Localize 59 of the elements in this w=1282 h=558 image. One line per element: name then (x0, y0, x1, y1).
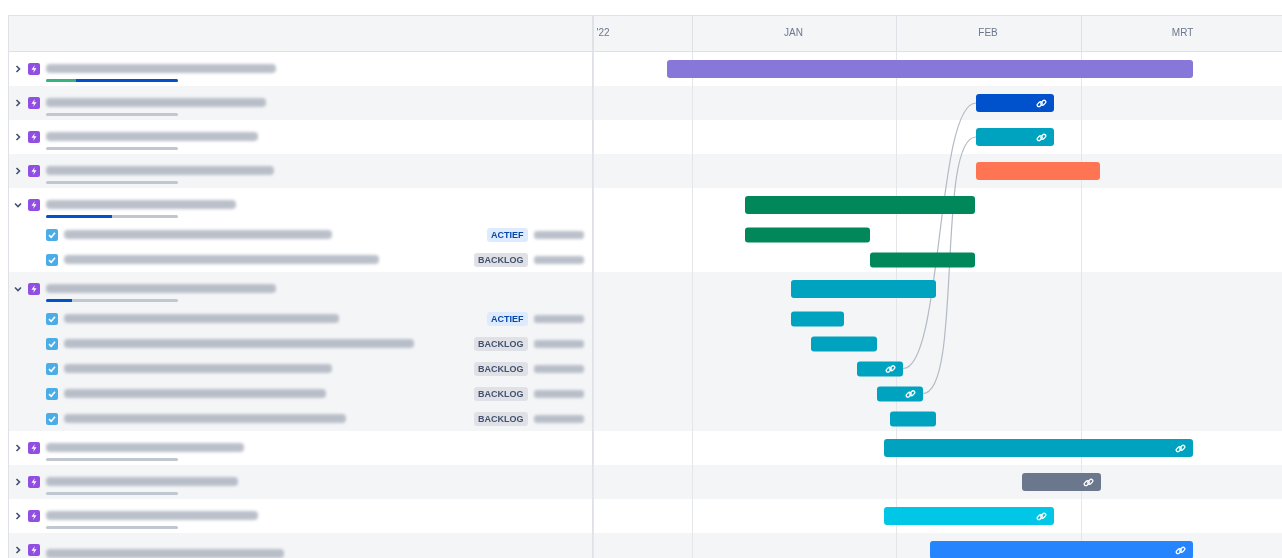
month-label: MRT (1171, 27, 1194, 38)
chevron-right-icon[interactable] (14, 99, 22, 107)
chevron-right-icon[interactable] (14, 65, 22, 73)
chevron-right-icon[interactable] (14, 167, 22, 175)
timeline-bar[interactable] (975, 94, 1054, 112)
timeline-bar[interactable] (856, 361, 903, 376)
link-icon (1035, 131, 1047, 143)
month-label: FEB (978, 27, 998, 38)
lightning-icon (28, 283, 40, 295)
timeline-bar[interactable] (790, 311, 844, 326)
blurred-text (533, 364, 584, 373)
timeline-bar[interactable] (1021, 473, 1101, 491)
chevron-down-icon[interactable] (14, 285, 22, 293)
link-icon (1035, 510, 1047, 522)
status-badge: BACKLOG (474, 386, 528, 401)
link-icon (1035, 97, 1047, 109)
timeline-bar[interactable] (975, 128, 1054, 146)
lightning-icon (28, 131, 40, 143)
link-icon (1174, 544, 1186, 556)
lightning-icon (28, 476, 40, 488)
blurred-text (533, 414, 584, 423)
checkbox-icon (46, 412, 58, 425)
chevron-right-icon[interactable] (14, 444, 22, 452)
blurred-text (533, 255, 584, 264)
status-badge: ACTIEF (487, 311, 528, 326)
month-label: '22 (596, 27, 610, 38)
chevron-right-icon[interactable] (14, 478, 22, 486)
checkbox-icon (46, 387, 58, 400)
timeline-bar[interactable] (889, 411, 936, 426)
link-icon (1174, 442, 1186, 454)
lightning-icon (28, 97, 40, 109)
status-badge: BACKLOG (474, 411, 528, 426)
blurred-text (533, 230, 584, 239)
checkbox-icon (46, 337, 58, 350)
lightning-icon (28, 510, 40, 522)
checkbox-icon (46, 228, 58, 241)
chevron-right-icon[interactable] (14, 512, 22, 520)
lightning-icon (28, 165, 40, 177)
checkbox-icon (46, 253, 58, 266)
chevron-right-icon[interactable] (14, 546, 22, 554)
link-icon (904, 388, 916, 399)
lightning-icon (28, 63, 40, 75)
link-icon (1082, 476, 1094, 488)
status-badge: BACKLOG (474, 361, 528, 376)
chevron-down-icon[interactable] (14, 201, 22, 209)
lightning-icon (28, 199, 40, 211)
status-badge: BACKLOG (474, 252, 528, 267)
timeline-bar[interactable] (876, 386, 923, 401)
status-badge: ACTIEF (487, 227, 528, 242)
blurred-text (533, 389, 584, 398)
month-label: JAN (784, 27, 803, 38)
blurred-text (533, 314, 584, 323)
blurred-text (533, 339, 584, 348)
link-icon (884, 363, 896, 374)
checkbox-icon (46, 362, 58, 375)
status-badge: BACKLOG (474, 336, 528, 351)
chevron-right-icon[interactable] (14, 133, 22, 141)
checkbox-icon (46, 312, 58, 325)
lightning-icon (28, 442, 40, 454)
